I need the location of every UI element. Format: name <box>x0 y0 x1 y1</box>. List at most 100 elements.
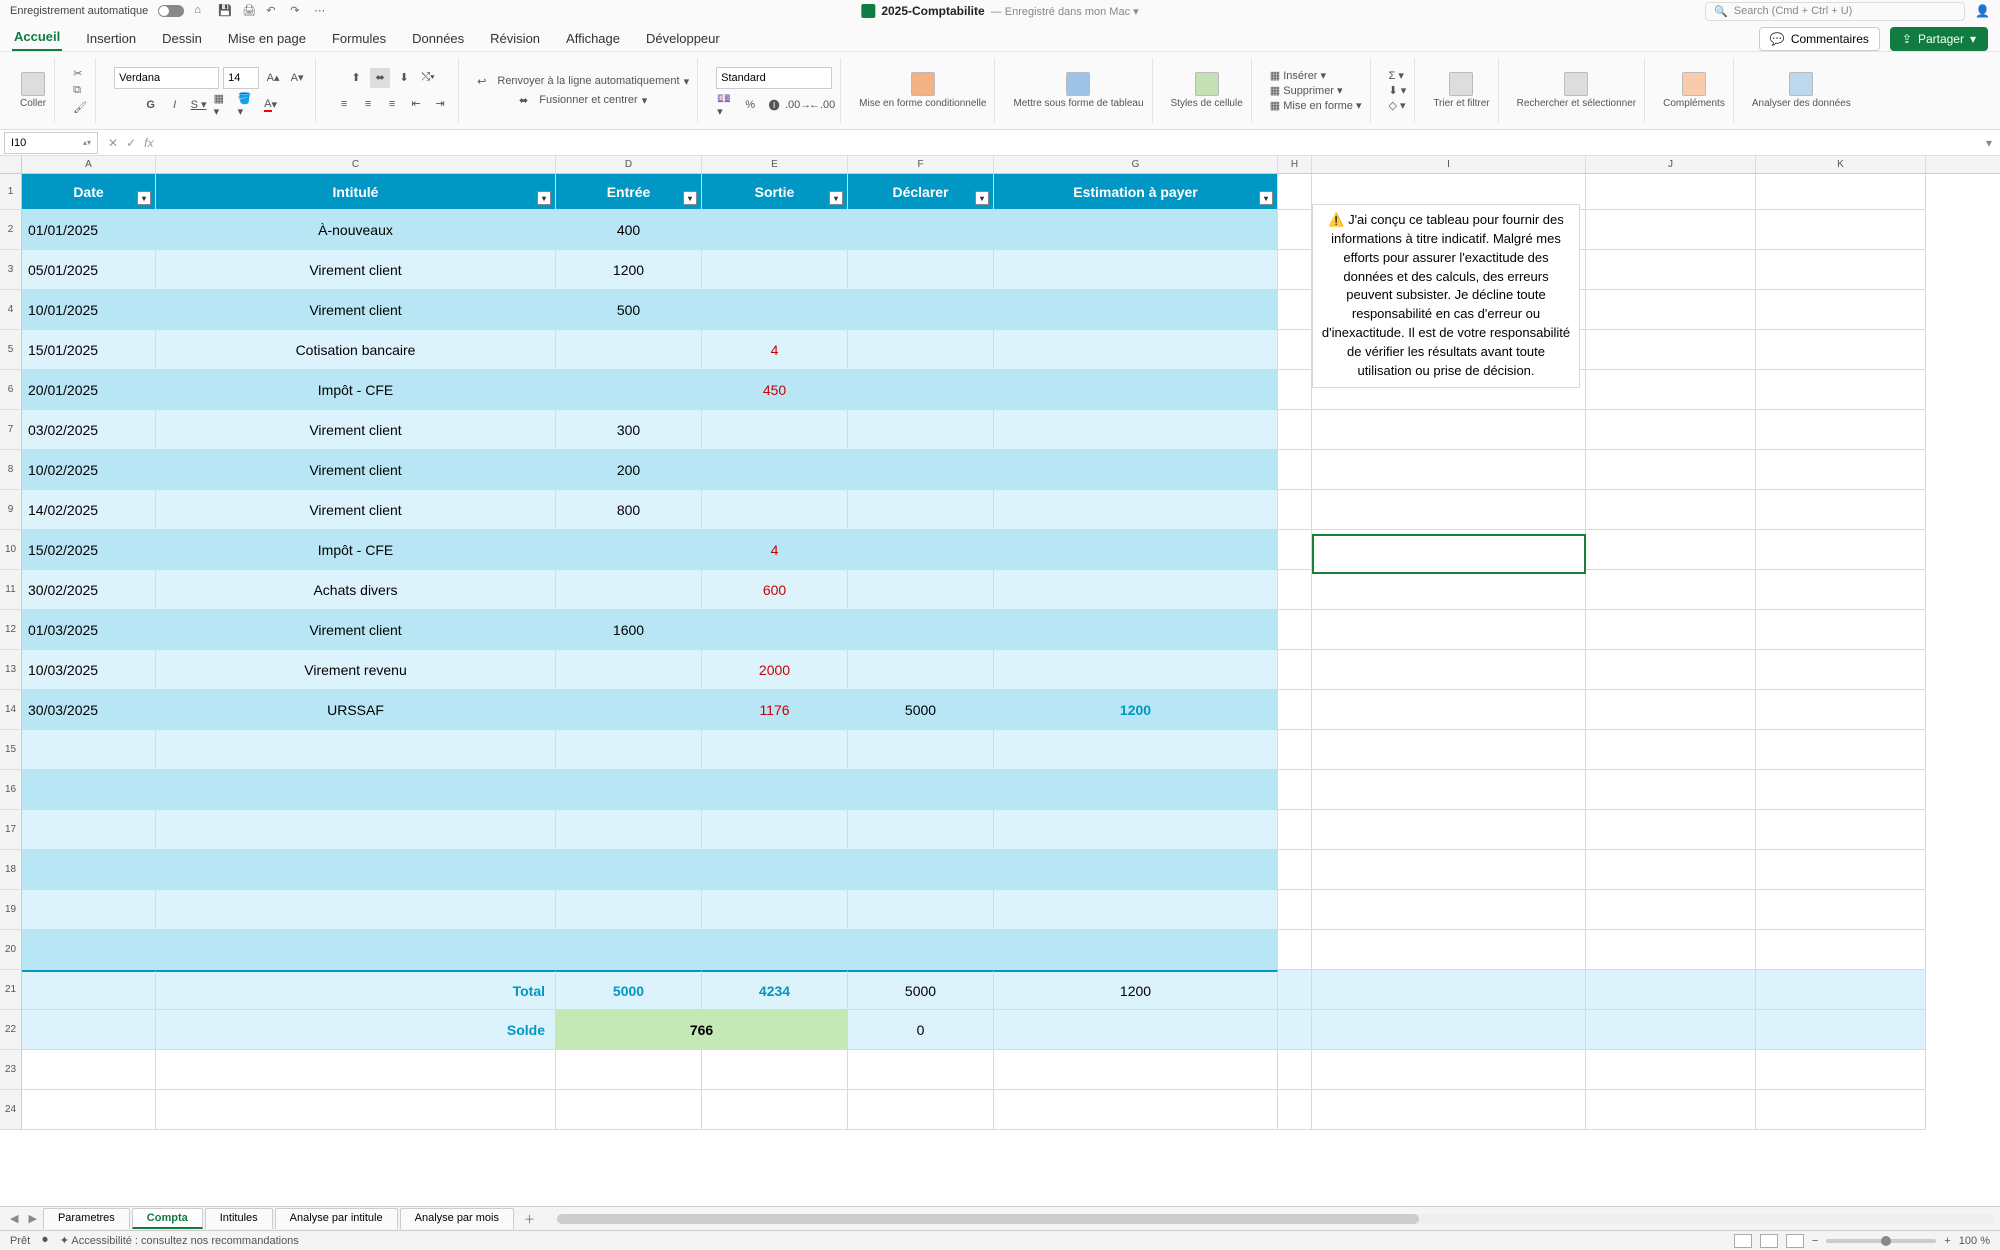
row-header[interactable]: 3 <box>0 250 22 290</box>
cell[interactable] <box>1586 970 1756 1010</box>
increase-font-icon[interactable]: A▴ <box>263 68 283 88</box>
comments-button[interactable]: 💬Commentaires <box>1759 27 1880 51</box>
sheet-tab-analyse-par-intitule[interactable]: Analyse par intitule <box>275 1208 398 1229</box>
entree-cell[interactable]: 800 <box>556 490 702 530</box>
account-icon[interactable]: 👤 <box>1975 4 1990 18</box>
cell[interactable] <box>1586 650 1756 690</box>
font-size-select[interactable] <box>223 67 259 89</box>
cell[interactable] <box>848 810 994 850</box>
total-estimation-cell[interactable]: 1200 <box>994 970 1278 1010</box>
cell[interactable] <box>1278 450 1312 490</box>
cell[interactable] <box>1756 690 1926 730</box>
declarer-cell[interactable] <box>848 570 994 610</box>
format-as-table-button[interactable]: Mettre sous forme de tableau <box>1013 72 1143 109</box>
ribbon-tab-mise en page[interactable]: Mise en page <box>226 26 308 51</box>
cell[interactable] <box>1312 730 1586 770</box>
cell[interactable] <box>848 730 994 770</box>
cell[interactable] <box>702 770 848 810</box>
date-cell[interactable]: 30/03/2025 <box>22 690 156 730</box>
date-cell[interactable]: 15/01/2025 <box>22 330 156 370</box>
row-header[interactable]: 18 <box>0 850 22 890</box>
format-painter-icon[interactable]: 🖌 <box>73 101 87 114</box>
sortie-cell[interactable]: 2000 <box>702 650 848 690</box>
cell[interactable] <box>1756 970 1926 1010</box>
total-entree-cell[interactable]: 5000 <box>556 970 702 1010</box>
cell[interactable] <box>1756 290 1926 330</box>
date-cell[interactable]: 03/02/2025 <box>22 410 156 450</box>
filter-dropdown-icon[interactable]: ▾ <box>137 191 151 205</box>
page-layout-view-icon[interactable] <box>1760 1234 1778 1248</box>
sortie-cell[interactable] <box>702 610 848 650</box>
cell[interactable] <box>1278 890 1312 930</box>
cell[interactable] <box>994 1050 1278 1090</box>
cell[interactable] <box>1586 930 1756 970</box>
row-header[interactable]: 16 <box>0 770 22 810</box>
cell[interactable] <box>702 930 848 970</box>
col-header[interactable]: K <box>1756 156 1926 173</box>
cell[interactable] <box>1312 770 1586 810</box>
cell[interactable] <box>1278 174 1312 210</box>
cell[interactable] <box>156 1090 556 1130</box>
row-header[interactable]: 12 <box>0 610 22 650</box>
declarer-cell[interactable] <box>848 530 994 570</box>
declarer-cell[interactable] <box>848 290 994 330</box>
zoom-level[interactable]: 100 % <box>1959 1235 1990 1247</box>
entree-cell[interactable] <box>556 650 702 690</box>
cell[interactable] <box>1756 570 1926 610</box>
col-header[interactable]: A <box>22 156 156 173</box>
cell[interactable] <box>1756 850 1926 890</box>
cell[interactable] <box>1756 810 1926 850</box>
zoom-out-icon[interactable]: − <box>1812 1235 1818 1247</box>
delete-cells-button[interactable]: ▦ Supprimer ▾ <box>1270 84 1343 97</box>
cell[interactable] <box>1586 890 1756 930</box>
cell[interactable] <box>1278 930 1312 970</box>
cell[interactable] <box>1278 730 1312 770</box>
estimation-cell[interactable] <box>994 370 1278 410</box>
estimation-cell[interactable] <box>994 610 1278 650</box>
row-header[interactable]: 7 <box>0 410 22 450</box>
entree-cell[interactable] <box>556 370 702 410</box>
cell[interactable] <box>1756 650 1926 690</box>
font-color-button[interactable]: A▾ <box>261 95 281 115</box>
cell[interactable] <box>22 810 156 850</box>
sortie-cell[interactable]: 4 <box>702 530 848 570</box>
sortie-cell[interactable] <box>702 210 848 250</box>
entree-cell[interactable]: 300 <box>556 410 702 450</box>
table-header-cell[interactable]: Intitulé▾ <box>156 174 556 210</box>
estimation-cell[interactable] <box>994 410 1278 450</box>
align-right-icon[interactable]: ≡ <box>382 94 402 114</box>
cell[interactable] <box>22 730 156 770</box>
date-cell[interactable]: 14/02/2025 <box>22 490 156 530</box>
cell[interactable] <box>1586 330 1756 370</box>
cell[interactable] <box>156 890 556 930</box>
decrease-indent-icon[interactable]: ⇤ <box>406 94 426 114</box>
date-cell[interactable]: 10/01/2025 <box>22 290 156 330</box>
clear-icon[interactable]: ◇ ▾ <box>1389 99 1406 112</box>
row-header[interactable]: 8 <box>0 450 22 490</box>
orientation-icon[interactable]: ⤭▾ <box>418 68 438 88</box>
cell[interactable] <box>1756 530 1926 570</box>
cell[interactable] <box>1586 1010 1756 1050</box>
total-spacer[interactable] <box>22 970 156 1010</box>
entree-cell[interactable]: 500 <box>556 290 702 330</box>
cell[interactable] <box>156 850 556 890</box>
cell[interactable] <box>702 1050 848 1090</box>
font-name-select[interactable] <box>114 67 219 89</box>
align-middle-icon[interactable]: ⬌ <box>370 68 390 88</box>
cell[interactable] <box>1278 290 1312 330</box>
underline-button[interactable]: S ▾ <box>189 95 209 115</box>
cell[interactable] <box>848 770 994 810</box>
row-header[interactable]: 9 <box>0 490 22 530</box>
cell[interactable] <box>1278 490 1312 530</box>
row-header[interactable]: 2 <box>0 210 22 250</box>
autosave-toggle[interactable] <box>158 5 184 17</box>
increase-indent-icon[interactable]: ⇥ <box>430 94 450 114</box>
cell[interactable] <box>1756 730 1926 770</box>
total-declarer-cell[interactable]: 5000 <box>848 970 994 1010</box>
title-center[interactable]: 2025-Comptabilite — Enregistré dans mon … <box>861 4 1138 18</box>
cell[interactable] <box>156 930 556 970</box>
col-header[interactable]: H <box>1278 156 1312 173</box>
cell[interactable] <box>1278 810 1312 850</box>
find-select-button[interactable]: Rechercher et sélectionner <box>1517 72 1637 109</box>
cell[interactable] <box>556 890 702 930</box>
